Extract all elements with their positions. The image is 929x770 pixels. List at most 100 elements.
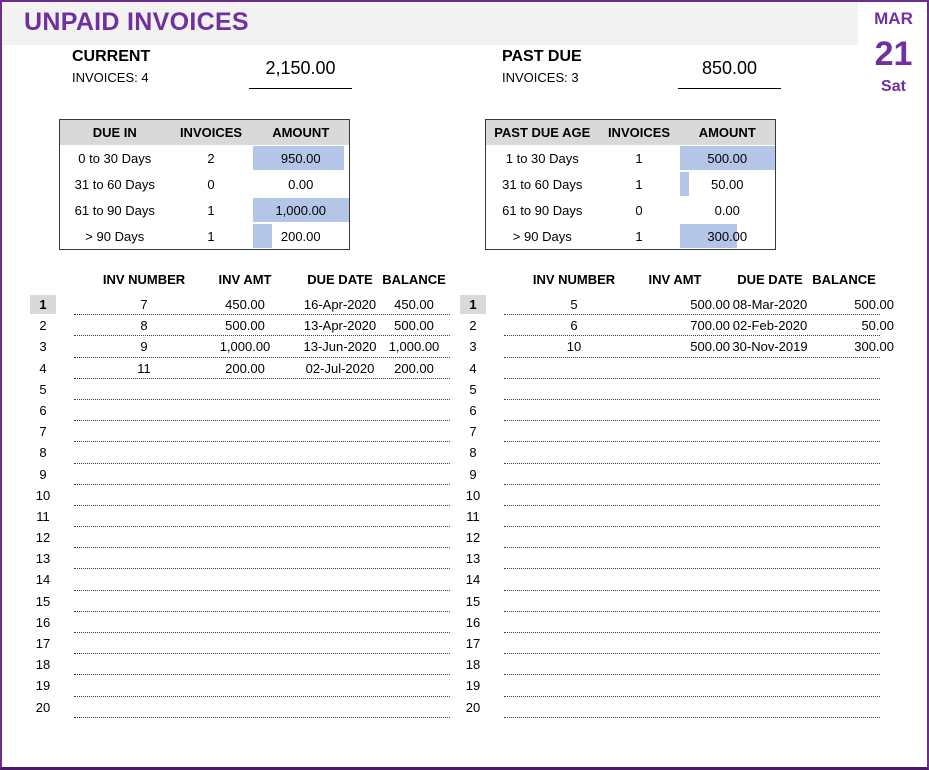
invoice-row[interactable]: 10 bbox=[30, 485, 450, 506]
aging-row: 0 to 30 Days2950.00 bbox=[60, 145, 350, 171]
invoice-row[interactable]: 5 bbox=[460, 379, 880, 400]
aging-invoice-count: 0 bbox=[599, 197, 680, 223]
row-number: 19 bbox=[460, 676, 486, 695]
cell-balance: 500.00 bbox=[364, 316, 464, 335]
aging-amount-value: 50.00 bbox=[680, 177, 776, 192]
aging-amount-cell: 200.00 bbox=[253, 223, 350, 250]
row-number: 11 bbox=[460, 507, 486, 526]
invoice-row[interactable]: 16 bbox=[30, 612, 450, 633]
invoice-row[interactable]: 20 bbox=[460, 697, 880, 718]
aging-header-row: DUE IN INVOICES AMOUNT bbox=[60, 120, 350, 146]
invoice-row[interactable]: 10 bbox=[460, 485, 880, 506]
section-title-pastdue: PAST DUE bbox=[502, 48, 582, 66]
invoice-row[interactable]: 15500.0008-Mar-2020500.00 bbox=[460, 294, 880, 315]
aging-col-bucket: DUE IN bbox=[60, 120, 170, 146]
invoice-row[interactable]: 17 bbox=[30, 633, 450, 654]
invoice-row[interactable]: 15 bbox=[460, 591, 880, 612]
invoice-row[interactable]: 6 bbox=[460, 400, 880, 421]
invoice-row[interactable]: 11 bbox=[460, 506, 880, 527]
row-number: 18 bbox=[30, 655, 56, 674]
row-number: 6 bbox=[30, 401, 56, 420]
invoice-row[interactable]: 28500.0013-Apr-2020500.00 bbox=[30, 315, 450, 336]
aging-row: 31 to 60 Days150.00 bbox=[486, 171, 776, 197]
invoice-row[interactable]: 12 bbox=[460, 527, 880, 548]
aging-invoice-count: 2 bbox=[170, 145, 253, 171]
row-number: 2 bbox=[460, 316, 486, 335]
row-number: 4 bbox=[460, 359, 486, 378]
aging-summary-table-current: DUE IN INVOICES AMOUNT 0 to 30 Days2950.… bbox=[59, 119, 350, 250]
invoice-row[interactable]: 8 bbox=[460, 442, 880, 463]
row-number: 14 bbox=[460, 570, 486, 589]
row-number: 13 bbox=[460, 549, 486, 568]
invoice-row[interactable]: 5 bbox=[30, 379, 450, 400]
invoice-row[interactable]: 18 bbox=[30, 654, 450, 675]
row-number: 5 bbox=[30, 380, 56, 399]
aging-col-invoices: INVOICES bbox=[599, 120, 680, 146]
row-number: 15 bbox=[30, 592, 56, 611]
invoice-row[interactable]: 19 bbox=[30, 675, 450, 696]
aging-amount-cell: 1,000.00 bbox=[253, 197, 350, 223]
invoice-row[interactable]: 9 bbox=[460, 464, 880, 485]
aging-body-pastdue: 1 to 30 Days1500.0031 to 60 Days150.0061… bbox=[486, 145, 776, 250]
unpaid-invoices-dashboard: UNPAID INVOICES MAR 21 Sat CURRENT INVOI… bbox=[0, 0, 929, 770]
section-header-current: CURRENT INVOICES: 4 bbox=[72, 48, 150, 85]
invoice-row[interactable]: 7 bbox=[460, 421, 880, 442]
invoice-row[interactable]: 19 bbox=[460, 675, 880, 696]
row-number: 11 bbox=[30, 507, 56, 526]
invoice-row[interactable]: 16 bbox=[460, 612, 880, 633]
aging-amount-value: 0.00 bbox=[253, 177, 350, 192]
row-number: 17 bbox=[460, 634, 486, 653]
aging-bucket-label: > 90 Days bbox=[60, 223, 170, 250]
invoice-row[interactable]: 13 bbox=[30, 548, 450, 569]
aging-row: 61 to 90 Days11,000.00 bbox=[60, 197, 350, 223]
aging-amount-cell: 950.00 bbox=[253, 145, 350, 171]
section-invoice-count-pastdue: INVOICES: 3 bbox=[502, 70, 582, 85]
row-number: 19 bbox=[30, 676, 56, 695]
invoice-row[interactable]: 20 bbox=[30, 697, 450, 718]
aging-bucket-label: 31 to 60 Days bbox=[60, 171, 170, 197]
row-rule bbox=[74, 717, 450, 718]
cell-balance: 500.00 bbox=[794, 295, 894, 314]
invoice-row[interactable]: 6 bbox=[30, 400, 450, 421]
row-number: 16 bbox=[30, 613, 56, 632]
aging-body-current: 0 to 30 Days2950.0031 to 60 Days00.0061 … bbox=[60, 145, 350, 250]
aging-amount-value: 200.00 bbox=[253, 229, 350, 244]
invoice-row[interactable]: 8 bbox=[30, 442, 450, 463]
row-number: 2 bbox=[30, 316, 56, 335]
invoice-row[interactable]: 17450.0016-Apr-2020450.00 bbox=[30, 294, 450, 315]
aging-invoice-count: 1 bbox=[170, 197, 253, 223]
aging-col-amount: AMOUNT bbox=[680, 120, 776, 146]
invoice-row[interactable]: 18 bbox=[460, 654, 880, 675]
cell-balance: 200.00 bbox=[364, 359, 464, 378]
invoice-row[interactable]: 9 bbox=[30, 464, 450, 485]
invoice-row[interactable]: 17 bbox=[460, 633, 880, 654]
row-number: 16 bbox=[460, 613, 486, 632]
invoice-row[interactable]: 4 bbox=[460, 358, 880, 379]
invoice-row[interactable]: 15 bbox=[30, 591, 450, 612]
aging-row: 1 to 30 Days1500.00 bbox=[486, 145, 776, 171]
row-number: 3 bbox=[30, 337, 56, 356]
aging-invoice-count: 1 bbox=[599, 171, 680, 197]
invoice-row[interactable]: 14 bbox=[460, 569, 880, 590]
invoice-row[interactable]: 7 bbox=[30, 421, 450, 442]
invoice-row[interactable]: 310500.0030-Nov-2019300.00 bbox=[460, 336, 880, 357]
invoice-row[interactable]: 14 bbox=[30, 569, 450, 590]
aging-bucket-label: 61 to 90 Days bbox=[60, 197, 170, 223]
invoice-row[interactable]: 13 bbox=[460, 548, 880, 569]
aging-amount-value: 0.00 bbox=[680, 203, 776, 218]
invoice-row[interactable]: 411200.0002-Jul-2020200.00 bbox=[30, 358, 450, 379]
detail-header-row: INV NUMBER INV AMT DUE DATE BALANCE bbox=[30, 272, 450, 294]
aging-row: 61 to 90 Days00.00 bbox=[486, 197, 776, 223]
invoice-row[interactable]: 26700.0002-Feb-202050.00 bbox=[460, 315, 880, 336]
invoice-row[interactable]: 391,000.0013-Jun-20201,000.00 bbox=[30, 336, 450, 357]
row-number: 12 bbox=[30, 528, 56, 547]
aging-amount-cell: 500.00 bbox=[680, 145, 776, 171]
aging-summary-table-pastdue: PAST DUE AGE INVOICES AMOUNT 1 to 30 Day… bbox=[485, 119, 776, 250]
aging-bucket-label: 31 to 60 Days bbox=[486, 171, 599, 197]
invoice-row[interactable]: 12 bbox=[30, 527, 450, 548]
section-total-current: 2,150.00 bbox=[249, 58, 352, 89]
section-title-current: CURRENT bbox=[72, 48, 150, 66]
detail-header-row: INV NUMBER INV AMT DUE DATE BALANCE bbox=[460, 272, 880, 294]
aging-invoice-count: 1 bbox=[599, 145, 680, 171]
invoice-row[interactable]: 11 bbox=[30, 506, 450, 527]
